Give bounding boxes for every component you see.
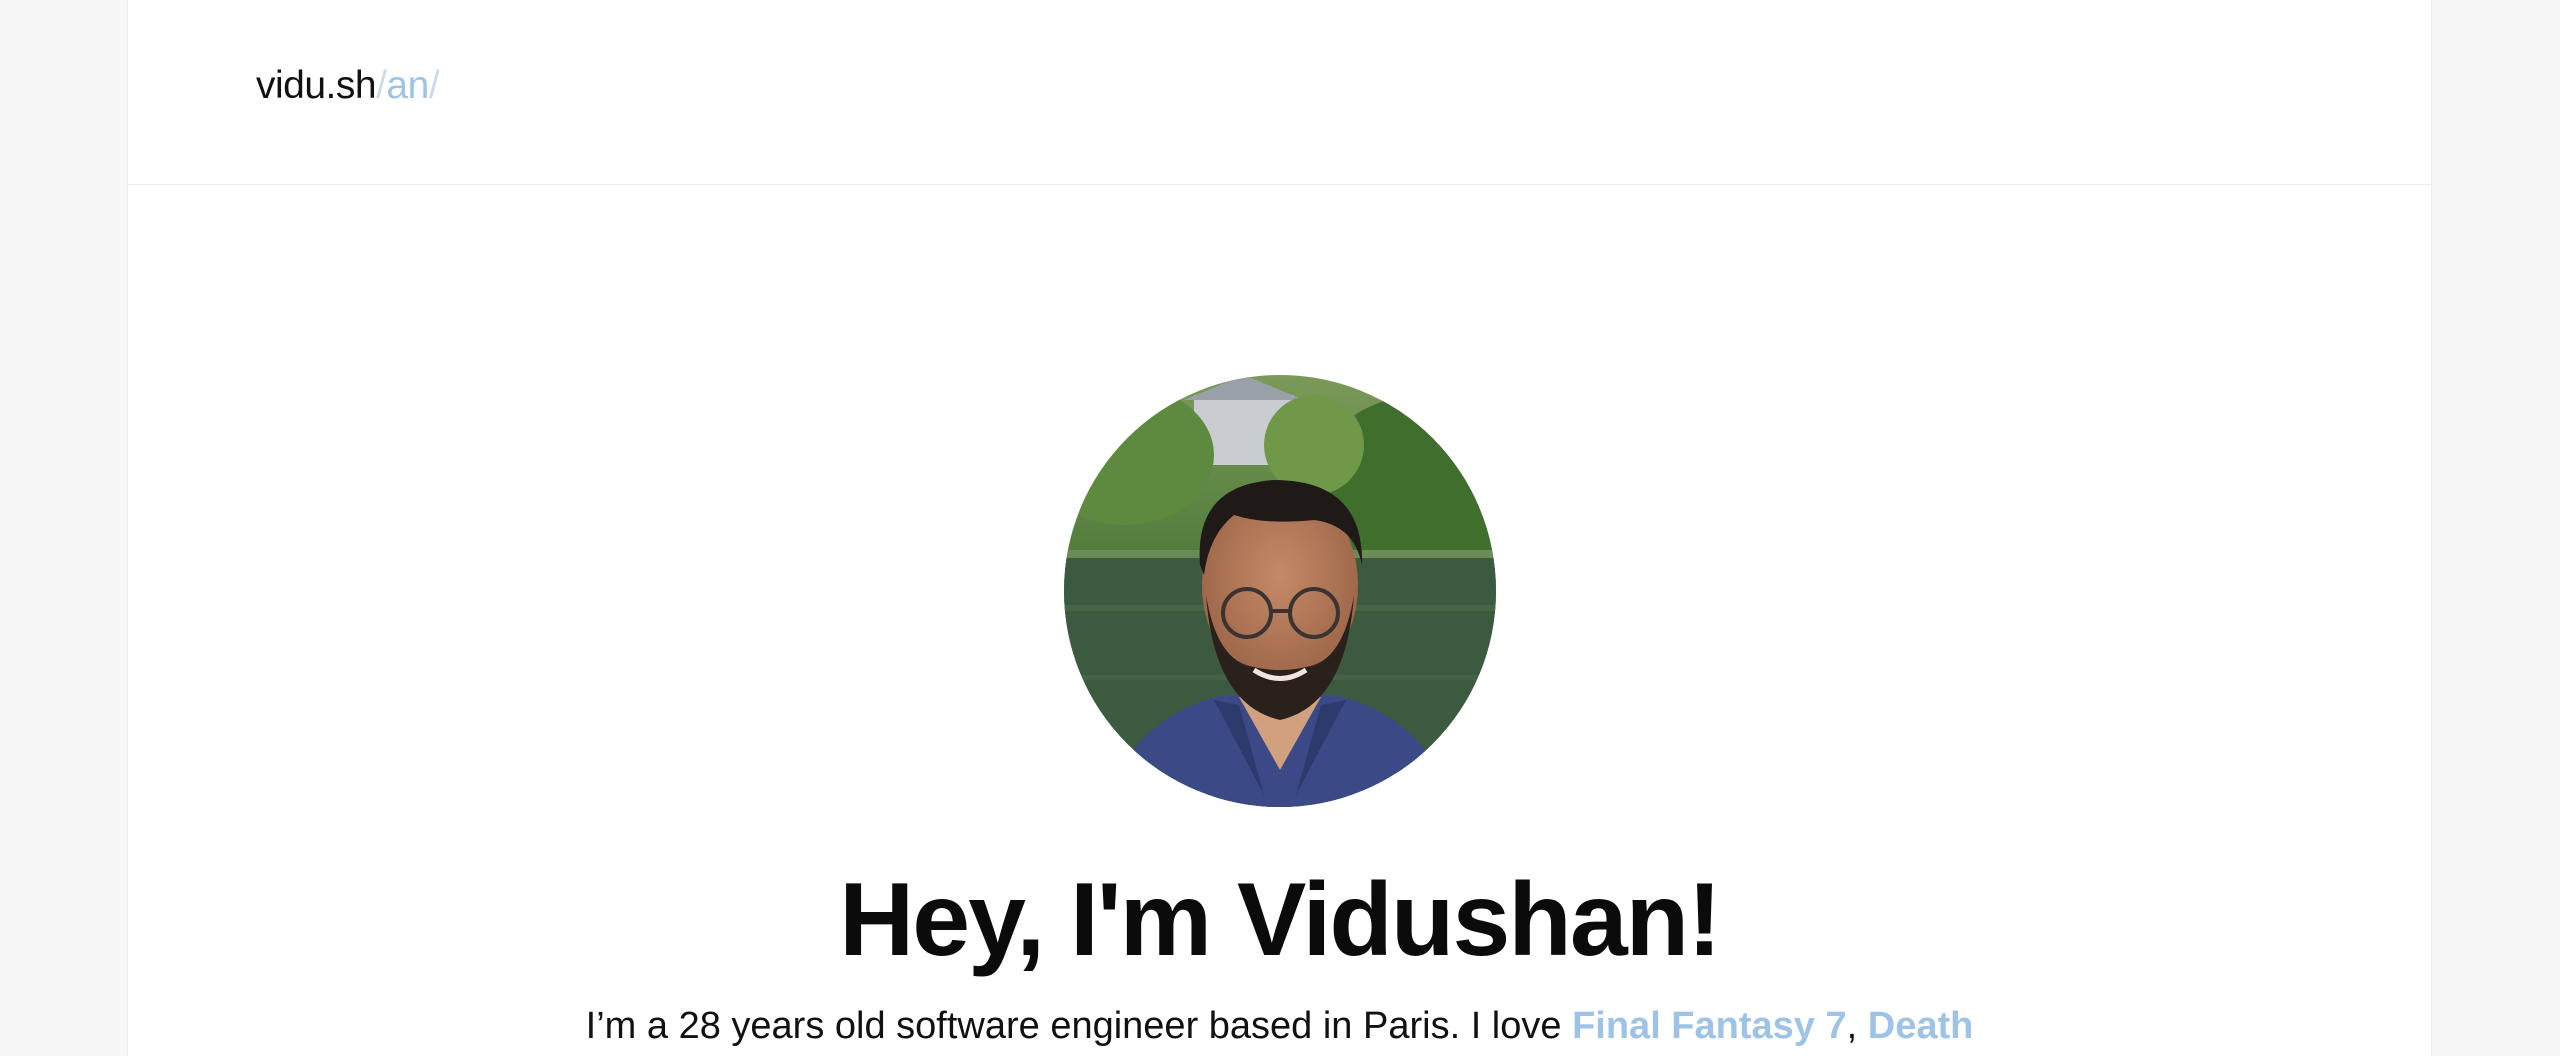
link-death[interactable]: Death	[1868, 1005, 1974, 1047]
logo-slash-end: /	[428, 64, 440, 107]
logo-slash: /	[376, 64, 387, 107]
logo-main-text: vidu.sh	[256, 64, 377, 107]
link-final-fantasy-7[interactable]: Final Fantasy 7	[1572, 1005, 1847, 1047]
avatar-photo	[1064, 375, 1496, 807]
intro-separator: ,	[1846, 1005, 1868, 1047]
avatar	[1064, 375, 1496, 807]
page-container: vidu.sh/an/ Hey, I'm Vidushan! I’m a 28 …	[127, 0, 2432, 1056]
intro-text: I’m a 28 years old software engineer bas…	[585, 1005, 1573, 1047]
intro-paragraph: I’m a 28 years old software engineer bas…	[128, 1000, 2431, 1052]
page-title: Hey, I'm Vidushan!	[839, 862, 1722, 978]
site-logo-link[interactable]: vidu.sh/an/	[256, 64, 440, 108]
site-header: vidu.sh/an/	[128, 0, 2431, 185]
logo-accent-text: an	[386, 64, 429, 107]
